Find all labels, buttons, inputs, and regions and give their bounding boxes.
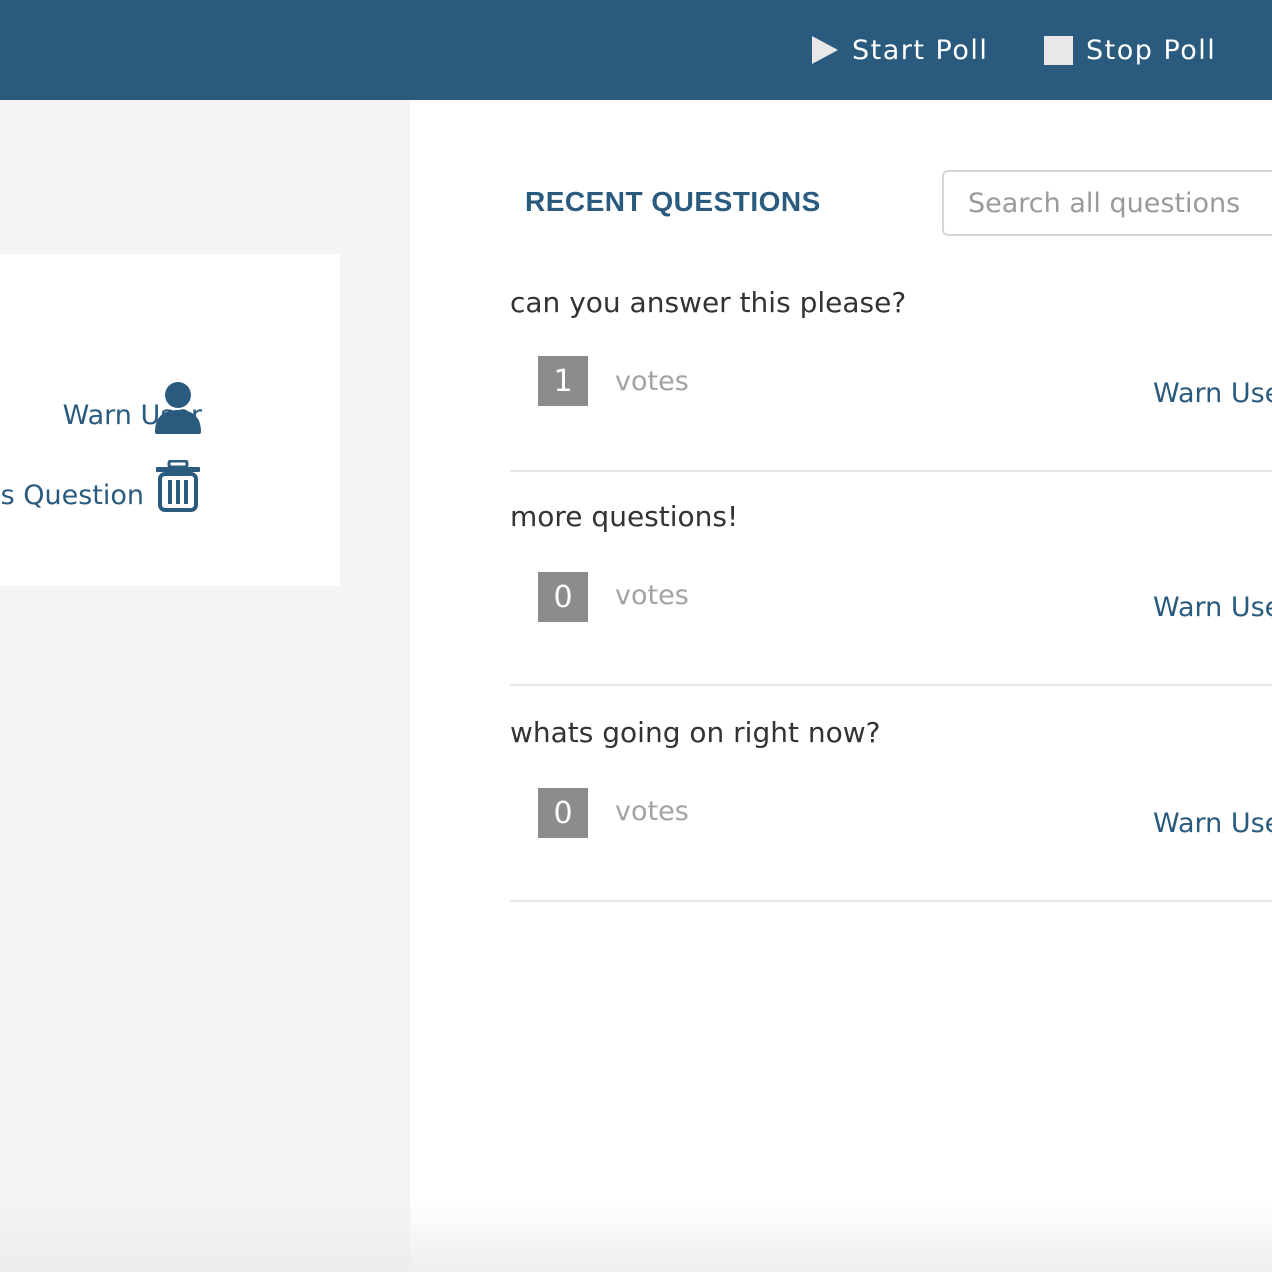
play-icon [812, 36, 838, 64]
question-item[interactable]: whats going on right now? 0 votes Warn U… [510, 688, 1272, 902]
votes-label: votes [615, 796, 689, 827]
stop-poll-button[interactable]: Stop Poll [1044, 30, 1216, 70]
question-detail-panel: Warn User ss Question [0, 100, 410, 1272]
start-poll-label: Start Poll [852, 34, 989, 66]
trash-icon[interactable] [155, 460, 201, 512]
warn-user-link[interactable]: Warn Use [1153, 808, 1272, 839]
dismiss-question-link[interactable]: ss Question [0, 480, 144, 511]
question-item[interactable]: more questions! 0 votes Warn Use [510, 472, 1272, 686]
vote-count: 0 [538, 788, 588, 838]
start-poll-button[interactable]: Start Poll [812, 30, 988, 70]
question-text: can you answer this please? [510, 286, 907, 319]
votes-label: votes [615, 580, 689, 611]
warn-user-link[interactable]: Warn Use [1153, 378, 1272, 409]
search-input[interactable] [942, 170, 1272, 236]
warn-user-link[interactable]: Warn Use [1153, 592, 1272, 623]
question-text: more questions! [510, 500, 739, 533]
top-navbar: Start Poll Stop Poll [0, 0, 1272, 100]
vote-count: 0 [538, 572, 588, 622]
question-text: whats going on right now? [510, 716, 881, 749]
question-actions-card: Warn User ss Question [0, 254, 340, 586]
stop-icon [1044, 35, 1073, 65]
votes-label: votes [615, 366, 689, 397]
user-icon[interactable] [153, 382, 203, 434]
vote-count: 1 [538, 356, 588, 406]
stop-poll-label: Stop Poll [1086, 34, 1217, 66]
section-title: RECENT QUESTIONS [525, 186, 821, 217]
question-item[interactable]: can you answer this please? 1 votes Warn… [510, 258, 1272, 472]
